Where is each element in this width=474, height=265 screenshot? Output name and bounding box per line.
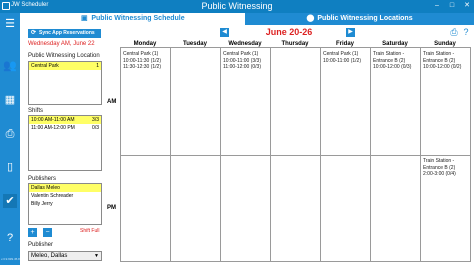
sync-icon: ⟳: [31, 30, 37, 36]
sidebar: ☰ 👥 ▦ ⎙ ▯ ✔ ? v.3.9.999.45.8: [0, 13, 20, 265]
cell-line: 10:00-11:00 (1/2): [323, 57, 361, 64]
printer-icon[interactable]: ⎙: [449, 27, 459, 37]
schedule-cell[interactable]: Train Station - Entrance B (2) 10:00-12:…: [423, 51, 461, 71]
shift-item[interactable]: 11:00 AM-12:00 PM 0/3: [29, 124, 101, 132]
title-bar: JW Scheduler Public Witnessing – □ ✕: [0, 0, 474, 13]
location-item[interactable]: Central Park 1: [29, 62, 101, 70]
shift-item[interactable]: 10:00 AM-11:00 AM 3/3: [29, 116, 101, 124]
am-label: AM: [107, 99, 117, 105]
people-icon[interactable]: 👥: [3, 59, 17, 73]
location-name: Central Park: [31, 63, 59, 69]
calendar-check-icon: ▣: [81, 15, 88, 22]
publisher-item[interactable]: Billy Jerry: [29, 200, 101, 208]
cell-line: Central Park (1): [323, 51, 359, 57]
publisher-label: Publisher: [28, 242, 54, 248]
schedule-cell[interactable]: Train Station - Entrance B (2) 2:00-3:00…: [423, 158, 456, 178]
shifts-label: Shifts: [28, 108, 44, 114]
cell-line: Central Park (1): [123, 51, 159, 57]
person-check-icon[interactable]: ✔: [3, 194, 17, 208]
window-title: Public Witnessing: [201, 1, 273, 11]
publisher-select[interactable]: Meleo, Dallas ▼: [28, 251, 102, 261]
chevron-down-icon: ▼: [94, 253, 99, 259]
minimize-button[interactable]: –: [430, 0, 444, 12]
next-week-button[interactable]: ▶: [346, 28, 355, 37]
shift-time: 10:00 AM-11:00 AM: [31, 117, 75, 123]
cell-line: 11:30-12:30 (1/2): [123, 64, 161, 70]
selected-date: Wednesday AM, June 22: [28, 41, 95, 47]
locations-list: Central Park 1: [28, 61, 102, 105]
schedule-grid: Central Park (1) 10:00-11:30 (1/2) 11:30…: [120, 47, 471, 262]
menu-icon[interactable]: ☰: [3, 17, 17, 31]
cell-line: Central Park (1): [223, 51, 259, 57]
publisher-item[interactable]: Dallas Meleo: [29, 184, 101, 192]
calendar-icon[interactable]: ▦: [3, 93, 17, 107]
close-button[interactable]: ✕: [460, 0, 474, 12]
schedule-cell[interactable]: Central Park (1) 10:00-11:30 (1/2) 11:30…: [123, 51, 161, 71]
cell-line: Train Station -: [423, 158, 455, 164]
tab-locations-label: Public Witnessing Locations: [317, 15, 413, 22]
maximize-button[interactable]: □: [445, 0, 459, 12]
sync-app-reservations-button[interactable]: ⟳ Sync App Reservations: [28, 29, 101, 38]
publishers-list: Dallas Meleo Valentin Schreader Billy Je…: [28, 183, 102, 225]
help-icon[interactable]: ?: [461, 27, 471, 37]
help-icon[interactable]: ?: [3, 231, 17, 245]
publishers-label: Publishers: [28, 176, 57, 182]
remove-publisher-button[interactable]: −: [43, 228, 52, 237]
printer-icon[interactable]: ⎙: [3, 127, 17, 141]
week-label: June 20-26: [265, 27, 313, 37]
tab-schedule-label: Public Witnessing Schedule: [91, 15, 185, 22]
map-marker-icon: ⬤: [306, 15, 315, 22]
schedule-cell[interactable]: Central Park (1) 10:00-11:00 (3/3) 11:00…: [223, 51, 261, 71]
tab-schedule[interactable]: ▣ Public Witnessing Schedule: [20, 13, 245, 25]
ampm-divider: [121, 155, 470, 156]
previous-week-button[interactable]: ◀: [220, 28, 229, 37]
tab-bar: ▣ Public Witnessing Schedule ⬤ Public Witn…: [20, 13, 474, 25]
shift-full-label: Shift Full: [80, 228, 100, 234]
phone-icon[interactable]: ▯: [3, 160, 17, 174]
cell-line: 11:00-12:00 (0/3): [223, 64, 261, 70]
shift-count: 0/3: [92, 125, 99, 131]
publisher-select-value: Meleo, Dallas: [31, 253, 68, 259]
tab-locations[interactable]: ⬤ Public Witnessing Locations: [245, 13, 474, 25]
locations-label: Public Witnessing Location: [28, 53, 100, 59]
location-count: 1: [96, 63, 99, 69]
pm-label: PM: [107, 205, 116, 211]
version-label: v.3.9.999.45.8: [1, 257, 20, 261]
shift-count: 3/3: [92, 117, 99, 123]
schedule-cell[interactable]: Central Park (1) 10:00-11:00 (1/2): [323, 51, 361, 64]
cell-line: 2:00-3:00 (0/4): [423, 171, 456, 177]
sync-button-label: Sync App Reservations: [39, 30, 95, 36]
publisher-item[interactable]: Valentin Schreader: [29, 192, 101, 200]
shift-time: 11:00 AM-12:00 PM: [31, 125, 75, 131]
schedule-cell[interactable]: Train Station - Entrance B (2) 10:00-12:…: [373, 51, 411, 71]
shifts-list: 10:00 AM-11:00 AM 3/3 11:00 AM-12:00 PM …: [28, 115, 102, 171]
cell-line: 10:00-12:00 (0/2): [423, 64, 462, 70]
add-publisher-button[interactable]: +: [28, 228, 37, 237]
cell-line: 10:00-12:00 (0/3): [373, 64, 412, 70]
